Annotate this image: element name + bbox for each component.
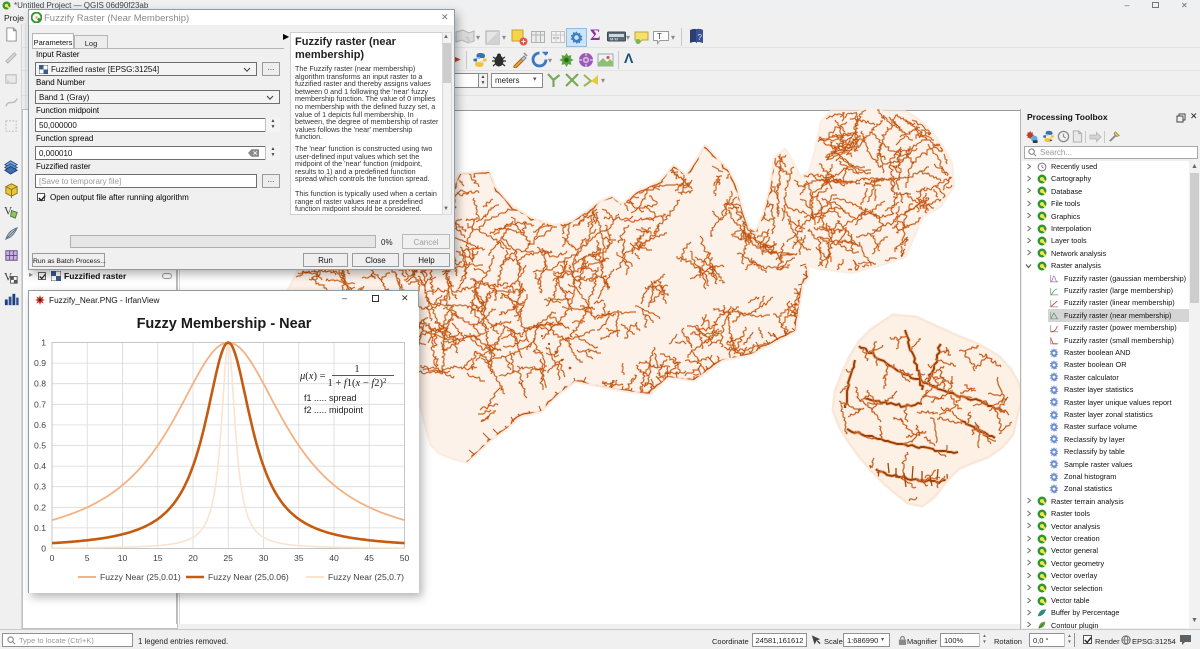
svg-text:Fuzzy Near (25,0.01): Fuzzy Near (25,0.01) [100, 572, 181, 582]
svg-text:M M: M M [610, 37, 618, 42]
svg-text:0: 0 [50, 553, 55, 563]
svg-text:50: 50 [400, 553, 410, 563]
svg-text:0.1: 0.1 [34, 523, 46, 533]
svg-text:f1 ..... spread: f1 ..... spread [304, 393, 357, 403]
svg-text:45: 45 [364, 553, 374, 563]
svg-text:0.2: 0.2 [34, 502, 46, 512]
svg-text:35: 35 [294, 553, 304, 563]
svg-text:15: 15 [153, 553, 163, 563]
svg-text:25: 25 [223, 553, 233, 563]
svg-text:40: 40 [329, 553, 339, 563]
svg-text:1 + f1(x − f2)2: 1 + f1(x − f2)2 [327, 377, 387, 389]
svg-text:0.6: 0.6 [34, 420, 46, 430]
svg-text:f2 ..... midpoint: f2 ..... midpoint [304, 405, 364, 415]
svg-text:0.5: 0.5 [34, 441, 46, 451]
svg-text:0: 0 [41, 544, 46, 554]
svg-text:0.9: 0.9 [34, 358, 46, 368]
svg-text:20: 20 [188, 553, 198, 563]
svg-text:1: 1 [41, 338, 46, 348]
svg-text:Fuzzy Near (25,0.7): Fuzzy Near (25,0.7) [328, 572, 404, 582]
svg-text:0.4: 0.4 [34, 461, 46, 471]
svg-text:0.7: 0.7 [34, 399, 46, 409]
svg-text:μ(x) =: μ(x) = [299, 371, 326, 382]
svg-text:T: T [657, 32, 662, 41]
svg-text:1: 1 [354, 364, 359, 375]
svg-text:30: 30 [259, 553, 269, 563]
svg-text:Fuzzy Membership - Near: Fuzzy Membership - Near [137, 316, 312, 332]
svg-text:0.8: 0.8 [34, 379, 46, 389]
svg-text:0.3: 0.3 [34, 482, 46, 492]
svg-text:Fuzzy Near (25,0.06): Fuzzy Near (25,0.06) [208, 572, 289, 582]
svg-text:?: ? [698, 33, 703, 42]
svg-text:5: 5 [85, 553, 90, 563]
svg-text:10: 10 [118, 553, 128, 563]
